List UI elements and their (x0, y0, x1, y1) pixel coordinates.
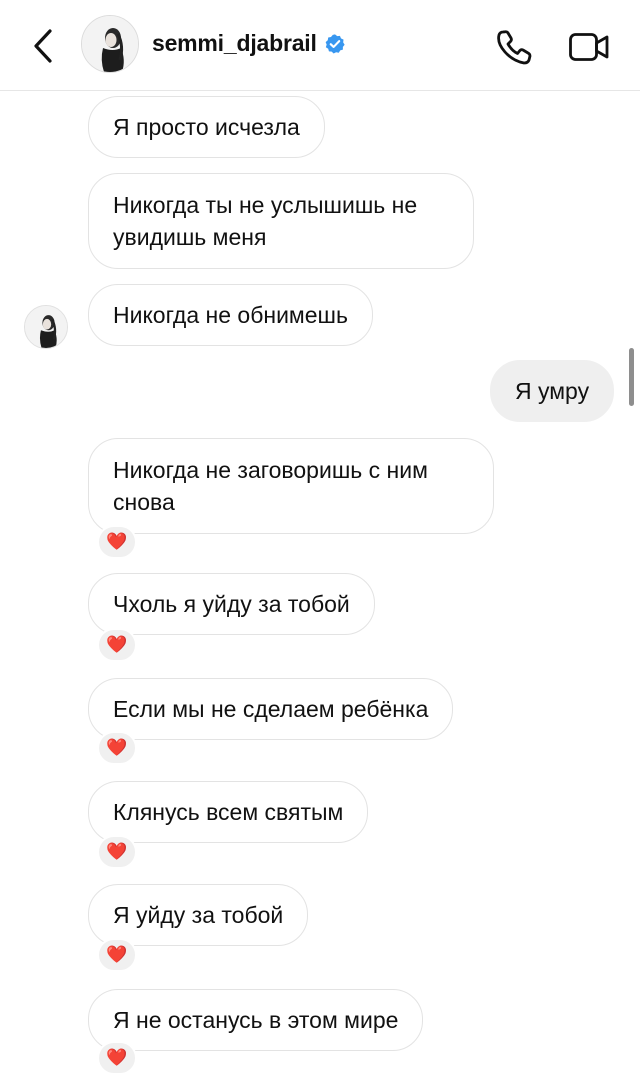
phone-icon (497, 30, 532, 65)
heart-icon: ❤️ (106, 842, 128, 861)
heart-icon: ❤️ (106, 738, 128, 757)
message-text: Никогда не заговоришь с ним снова (113, 457, 428, 515)
avatar-image (82, 16, 138, 72)
username[interactable]: semmi_djabrail (152, 30, 317, 57)
message-text: Никогда ты не услышишь не увидишь меня (113, 192, 418, 250)
message-bubble[interactable]: Никогда ты не услышишь не увидишь меня (88, 173, 474, 269)
message-text: Я уйду за тобой (113, 902, 284, 928)
message-text: Я просто исчезла (113, 114, 300, 140)
back-button[interactable] (26, 26, 60, 66)
profile-avatar[interactable] (81, 15, 139, 73)
message-bubble[interactable]: Никогда не заговоришь с ним снова (88, 438, 494, 534)
chat-header: semmi_djabrail (0, 0, 640, 91)
message-bubble[interactable]: Никогда не обнимешь (88, 284, 373, 346)
reaction-badge[interactable]: ❤️ (97, 938, 137, 972)
chat-screen: semmi_djabrail Я просто исчезла Никогда … (0, 0, 640, 1075)
message-bubble[interactable]: Я просто исчезла (88, 96, 325, 158)
message-bubble[interactable]: Клянусь всем святым (88, 781, 369, 843)
message-text: Я не останусь в этом мире (113, 1007, 399, 1033)
reaction-badge[interactable]: ❤️ (97, 1041, 137, 1075)
reaction-badge[interactable]: ❤️ (97, 525, 137, 559)
heart-icon: ❤️ (106, 635, 128, 654)
heart-icon: ❤️ (106, 945, 128, 964)
heart-icon: ❤️ (106, 1048, 128, 1067)
message-text: Клянусь всем святым (113, 799, 344, 825)
message-text: Никогда не обнимешь (113, 302, 348, 328)
video-camera-icon (569, 33, 609, 61)
message-bubble[interactable]: Если мы не сделаем ребёнка (88, 678, 454, 740)
message-text: Я умру (515, 378, 590, 404)
reaction-badge[interactable]: ❤️ (97, 731, 137, 765)
my-message-bubble[interactable]: Я умру (490, 360, 615, 422)
scrollbar[interactable] (629, 348, 634, 406)
message-bubble[interactable]: Я уйду за тобой (88, 884, 309, 946)
username-wrap[interactable]: semmi_djabrail (152, 30, 346, 57)
sender-avatar[interactable] (24, 305, 68, 349)
reaction-badge[interactable]: ❤️ (97, 628, 137, 662)
message-text: Чхоль я уйду за тобой (113, 591, 350, 617)
reaction-badge[interactable]: ❤️ (97, 835, 137, 869)
heart-icon: ❤️ (106, 532, 128, 551)
message-bubble[interactable]: Чхоль я уйду за тобой (88, 573, 375, 635)
video-call-button[interactable] (568, 29, 610, 65)
verified-badge-icon (325, 33, 345, 54)
message-bubble[interactable]: Я не останусь в этом мире (88, 989, 424, 1051)
message-text: Если мы не сделаем ребёнка (113, 696, 429, 722)
audio-call-button[interactable] (494, 27, 534, 67)
chevron-left-icon (34, 29, 52, 63)
avatar-image (25, 306, 67, 348)
